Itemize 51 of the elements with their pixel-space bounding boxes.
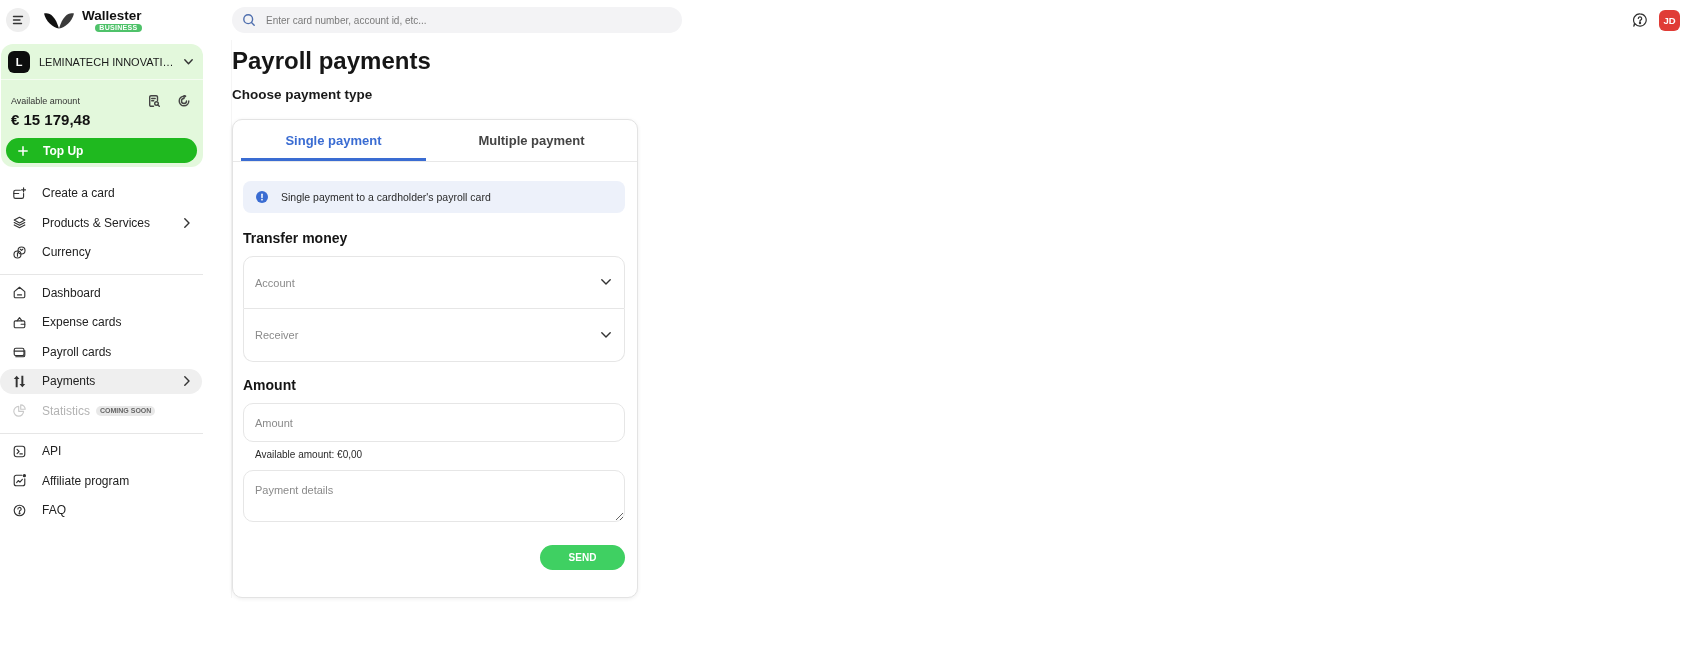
balance-label: Available amount xyxy=(11,96,81,106)
document-search-icon[interactable] xyxy=(149,95,160,107)
coins-icon xyxy=(13,245,26,259)
tab[interactable]: Single payment xyxy=(241,120,426,161)
menu-item[interactable]: FAQ xyxy=(0,497,202,523)
cards-icon xyxy=(13,345,26,358)
menu-item[interactable]: Currency xyxy=(0,239,202,265)
arrows-up-down-icon xyxy=(13,374,26,388)
menu-item[interactable]: Dashboard xyxy=(0,280,202,305)
chevron-down-icon xyxy=(601,279,611,285)
tab[interactable]: Multiple payment xyxy=(426,120,637,161)
terminal-icon xyxy=(13,444,26,458)
search-icon xyxy=(243,14,255,26)
info-icon xyxy=(256,191,268,203)
dropdown-field[interactable]: Account xyxy=(243,256,625,309)
page-title: Payroll payments xyxy=(232,47,432,75)
logo-wordmark: Wallester xyxy=(82,8,142,23)
company-initial: L xyxy=(8,50,30,73)
section-heading: Transfer money xyxy=(243,229,349,247)
available-amount-text: Available amount: €0,00 xyxy=(255,448,364,462)
card-plus-icon xyxy=(13,186,26,200)
section-heading: Choose payment type xyxy=(232,86,374,104)
search-field[interactable]: Enter card number, account id, etc... xyxy=(232,7,682,33)
chevron-down-icon[interactable] xyxy=(184,58,193,65)
refresh-icon[interactable] xyxy=(178,95,190,107)
menu-icon[interactable] xyxy=(6,8,30,32)
dropdown-field[interactable]: Receiver xyxy=(243,309,625,362)
company-name: LEMINATECH INNOVATI… xyxy=(39,55,175,68)
payment-details-field[interactable]: Payment details xyxy=(243,470,625,522)
layers-icon xyxy=(13,216,26,229)
info-text: Single payment to a cardholder's payroll card xyxy=(281,191,491,203)
menu-item[interactable]: Payroll cards xyxy=(0,339,202,364)
home-icon xyxy=(13,286,26,299)
menu-item[interactable]: Affiliate program xyxy=(0,468,202,493)
menu-item[interactable]: API xyxy=(0,438,202,464)
wallet-icon xyxy=(13,315,26,329)
plus-icon xyxy=(18,145,28,156)
user-avatar[interactable]: JD xyxy=(1659,9,1680,31)
balance-amount: € 15 179,48 xyxy=(11,111,92,129)
help-icon[interactable] xyxy=(1633,13,1647,27)
section-heading: Amount xyxy=(243,376,297,394)
amount-field[interactable]: Amount xyxy=(243,403,625,442)
chevron-down-icon xyxy=(601,332,611,338)
chart-frame-icon xyxy=(13,474,26,487)
help-icon xyxy=(13,503,26,517)
menu-item[interactable]: Products & Services xyxy=(0,210,202,235)
menu-item[interactable]: Create a card xyxy=(0,180,202,206)
menu-item[interactable]: Payments xyxy=(0,368,202,394)
wings-icon xyxy=(44,11,74,29)
pie-chart-icon xyxy=(13,404,26,417)
menu-item[interactable]: Expense cards xyxy=(0,309,202,335)
